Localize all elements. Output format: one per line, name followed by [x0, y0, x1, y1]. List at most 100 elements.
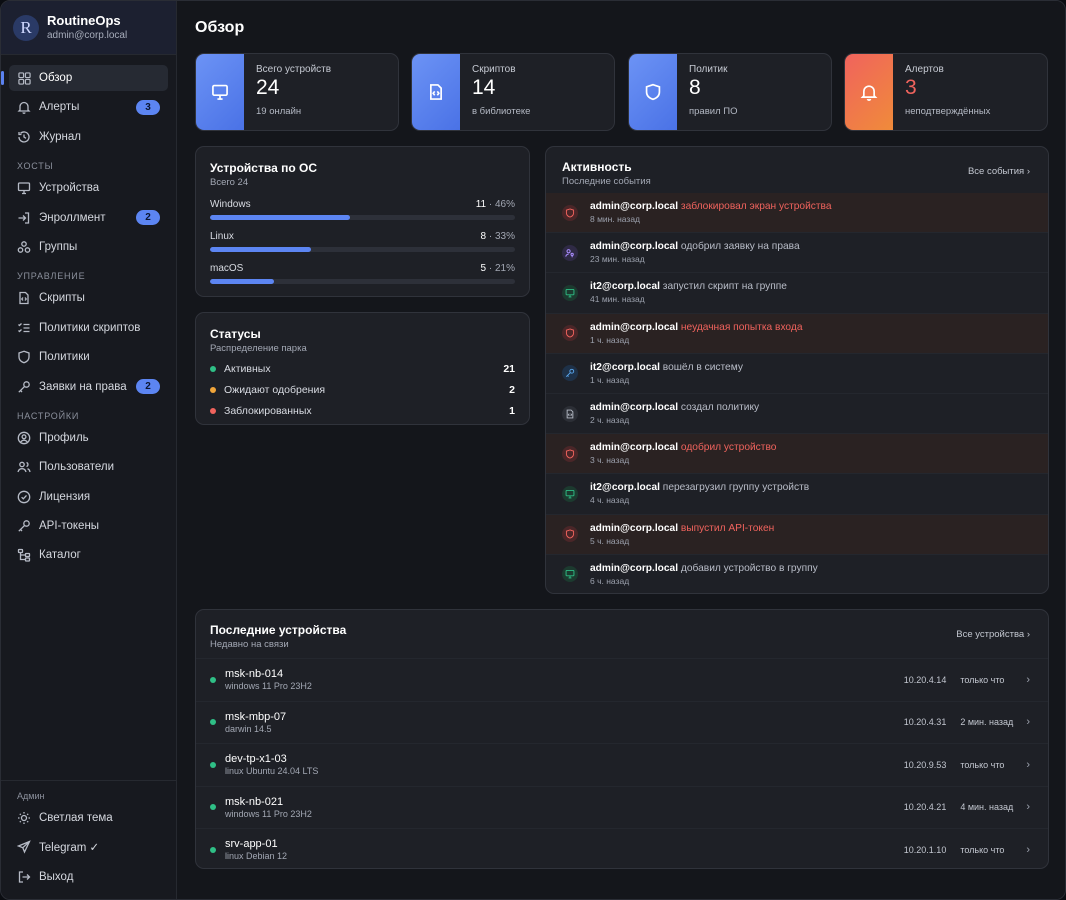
activity-row[interactable]: admin@corp.local заблокировал экран устр…	[546, 193, 1048, 234]
activity-row[interactable]: it2@corp.local вошёл в систему 1 ч. назад	[546, 354, 1048, 394]
sidebar-item-1[interactable]: Светлая тема	[9, 805, 168, 831]
sidebar-item-3[interactable]: Группы	[9, 234, 168, 260]
sidebar-item-3[interactable]: Журнал	[9, 124, 168, 150]
status-card: Статусы Распределение парка Активных 21 Ож…	[195, 312, 530, 425]
sidebar: R RoutineOps admin@corp.local Обзор Алерт…	[1, 1, 177, 899]
main-content: Обзор Всего устройств 24 19 онлайн Скриптов…	[177, 1, 1065, 899]
device-ip: 10.20.1.10	[903, 844, 947, 855]
sidebar-item-label: Группы	[39, 240, 78, 253]
separator: ·	[486, 199, 495, 210]
sidebar-item-2[interactable]: Политики скриптов	[9, 315, 168, 341]
activity-text: it2@corp.local вошёл в систему 1 ч. назад	[590, 362, 743, 385]
count-badge: 2	[136, 210, 160, 226]
device-row[interactable]: msk-nb-021 windows 11 Pro 23H2 10.20.4.21 4…	[196, 785, 1048, 829]
brand-logo: R	[13, 14, 39, 41]
device-row[interactable]: dev-tp-x1-03 linux Ubuntu 24.04 LTS 10.20.…	[196, 743, 1048, 786]
brand-header[interactable]: R RoutineOps admin@corp.local	[1, 1, 176, 55]
sidebar-item-2[interactable]: Энроллмент 2	[9, 205, 168, 231]
stat-body: Всего устройств 24 19 онлайн	[244, 54, 343, 130]
sidebar-item-2[interactable]: Пользователи	[9, 454, 168, 480]
stat-value: 8	[689, 76, 701, 99]
activity-row[interactable]: admin@corp.local добавил устройство в гр…	[546, 555, 1048, 593]
sidebar-item-label: Заявки на права	[39, 380, 127, 393]
activity-text: it2@corp.local запустил скрипт на группе…	[590, 281, 787, 304]
activity-text: admin@corp.local заблокировал экран устр…	[590, 201, 832, 224]
stat-subtext: правил ПО	[689, 106, 738, 117]
all-events-link[interactable]: Все события ›	[968, 166, 1030, 177]
stat-value: 3	[905, 76, 917, 99]
sidebar-footer: Админ Светлая тема Telegram ✓ Выход	[1, 779, 176, 899]
status-card-subtitle: Распределение парка	[210, 343, 307, 354]
os-progress-fill	[210, 215, 351, 220]
sidebar-item-3[interactable]: Политики	[9, 344, 168, 370]
sidebar-item-4[interactable]: API-токены	[9, 513, 168, 539]
all-devices-link[interactable]: Все устройства ›	[956, 629, 1030, 640]
status-card-title: Статусы	[210, 327, 261, 341]
stat-body: Алертов 3 неподтверждённых	[893, 54, 1002, 130]
activity-actor: admin@corp.local	[590, 201, 679, 213]
activity-line: admin@corp.local заблокировал экран устр…	[590, 201, 832, 212]
sidebar-item-2[interactable]: Telegram ✓	[9, 834, 168, 860]
device-row[interactable]: msk-nb-014 windows 11 Pro 23H2 10.20.4.14 т…	[196, 658, 1048, 701]
devices-title: Последние устройства	[210, 623, 347, 637]
device-os: linux Ubuntu 24.04 LTS	[225, 766, 319, 777]
activity-text: admin@corp.local добавил устройство в гр…	[590, 563, 818, 586]
nav-section-manage: УПРАВЛЕНИЕ	[17, 271, 86, 282]
activity-subtitle: Последние события	[562, 176, 651, 187]
status-label: Активных	[224, 363, 271, 375]
device-row[interactable]: srv-app-01 linux Debian 12 10.20.1.10 тольк…	[196, 828, 1048, 868]
sidebar-item-4[interactable]: Заявки на права 2	[9, 374, 168, 400]
stat-body: Скриптов 14 в библиотеке	[460, 54, 542, 130]
device-row[interactable]: msk-mbp-07 darwin 14.5 10.20.4.31 2 мин. на…	[196, 700, 1048, 744]
activity-row[interactable]: admin@corp.local создал политику 2 ч. наз…	[546, 394, 1048, 435]
sidebar-item-1[interactable]: Устройства	[9, 175, 168, 201]
activity-row[interactable]: admin@corp.local одобрил устройство 3 ч. …	[546, 434, 1048, 475]
sidebar-item-3[interactable]: Выход	[9, 864, 168, 890]
activity-action: заблокировал экран устройства	[680, 201, 832, 213]
sidebar-item-label: Лицензия	[39, 490, 91, 503]
os-row-header: Linux 8 · 33%	[210, 231, 515, 242]
device-last-seen: только что	[960, 674, 1005, 685]
activity-row[interactable]: admin@corp.local выпустил API-токен 5 ч. …	[546, 514, 1048, 555]
status-count: 1	[509, 405, 515, 417]
recent-devices-card: Последние устройства Недавно на связи Вс…	[195, 609, 1049, 869]
all-events-label: Все события	[967, 166, 1025, 177]
activity-time: 2 ч. назад	[590, 415, 630, 426]
activity-title: Активность	[562, 160, 632, 174]
sidebar-item-1[interactable]: Профиль	[9, 425, 168, 451]
chevron-right-icon: ›	[1026, 166, 1030, 177]
stat-label: Алертов	[905, 64, 944, 75]
activity-row[interactable]: it2@corp.local запустил скрипт на группе…	[546, 273, 1048, 314]
stat-card[interactable]: Всего устройств 24 19 онлайн	[195, 53, 399, 131]
sidebar-item-label: Telegram ✓	[39, 842, 100, 855]
current-user-email: admin@corp.local	[47, 30, 128, 41]
shield-icon	[17, 350, 31, 364]
sidebar-item-3[interactable]: Лицензия	[9, 484, 168, 510]
sidebar-item-1[interactable]: Скрипты	[9, 285, 168, 311]
activity-action: перезагрузил группу устройств	[662, 482, 810, 494]
sidebar-item-2[interactable]: Алерты 3	[9, 94, 168, 120]
stat-value: 24	[256, 76, 280, 99]
online-status-dot	[210, 761, 216, 768]
stat-card[interactable]: Политик 8 правил ПО	[628, 53, 832, 131]
activity-row[interactable]: admin@corp.local одобрил заявку на права…	[546, 233, 1048, 274]
activity-text: it2@corp.local перезагрузил группу устро…	[590, 482, 809, 505]
monitor-icon	[196, 54, 244, 130]
activity-actor: it2@corp.local	[590, 482, 660, 494]
activity-text: admin@corp.local создал политику 2 ч. наз…	[590, 402, 759, 425]
stat-card[interactable]: Скриптов 14 в библиотеке	[411, 53, 615, 131]
device-ip: 10.20.4.21	[903, 802, 947, 813]
activity-time: 23 мин. назад	[590, 254, 645, 265]
sidebar-item-1[interactable]: Обзор	[1, 65, 168, 91]
sidebar-item-5[interactable]: Каталог	[9, 542, 168, 568]
activity-actor: it2@corp.local	[590, 361, 660, 373]
online-status-dot	[210, 719, 216, 726]
activity-row[interactable]: admin@corp.local неудачная попытка входа…	[546, 313, 1048, 354]
os-count-group: 11 · 46%	[476, 199, 515, 210]
status-dot	[210, 366, 216, 372]
stat-card[interactable]: Алертов 3 неподтверждённых	[844, 53, 1048, 131]
activity-row[interactable]: it2@corp.local перезагрузил группу устро…	[546, 474, 1048, 515]
nav-section-hosts: ХОСТЫ	[17, 161, 54, 172]
stat-subtext: 19 онлайн	[256, 106, 302, 117]
activity-actor: admin@corp.local	[590, 562, 679, 574]
